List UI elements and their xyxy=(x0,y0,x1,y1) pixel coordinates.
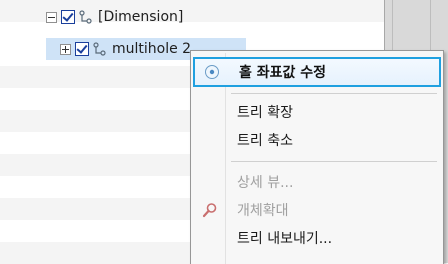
menu-item-label: 트리 내보내기... xyxy=(237,231,333,247)
tree-node-label: [Dimension] xyxy=(98,9,184,25)
menu-item-label: 개체확대 xyxy=(237,203,289,219)
menu-separator xyxy=(231,161,437,162)
menu-item-detail-view[interactable]: 상세 뷰... xyxy=(193,169,441,195)
tree-node-label: multihole 2 xyxy=(112,41,192,57)
context-menu: 홀 좌표값 수정 트리 확장 트리 축소 상세 뷰... 개체확대 트리 내보내… xyxy=(190,50,444,264)
expand-toggle-icon[interactable] xyxy=(60,43,71,55)
hierarchy-icon xyxy=(93,42,106,56)
hierarchy-icon xyxy=(79,10,92,24)
node-checkbox[interactable] xyxy=(61,10,75,24)
menu-item-label: 홀 좌표값 수정 xyxy=(239,65,327,81)
menu-item-label: 트리 확장 xyxy=(237,105,293,121)
menu-item-export-tree[interactable]: 트리 내보내기... xyxy=(193,225,441,251)
menu-item-edit-hole-coordinates[interactable]: 홀 좌표값 수정 xyxy=(193,57,441,87)
menu-item-expand-tree[interactable]: 트리 확장 xyxy=(193,99,441,125)
radio-icon xyxy=(203,63,221,81)
menu-item-zoom-object[interactable]: 개체확대 xyxy=(193,197,441,223)
node-checkbox[interactable] xyxy=(75,42,89,56)
magnifier-icon xyxy=(201,201,219,219)
menu-item-label: 트리 축소 xyxy=(237,133,293,149)
menu-item-collapse-tree[interactable]: 트리 축소 xyxy=(193,127,441,153)
tree-node-dimension[interactable]: [Dimension] xyxy=(0,6,384,28)
collapse-toggle-icon[interactable] xyxy=(46,11,57,23)
menu-separator xyxy=(231,93,437,94)
menu-item-label: 상세 뷰... xyxy=(237,175,294,191)
